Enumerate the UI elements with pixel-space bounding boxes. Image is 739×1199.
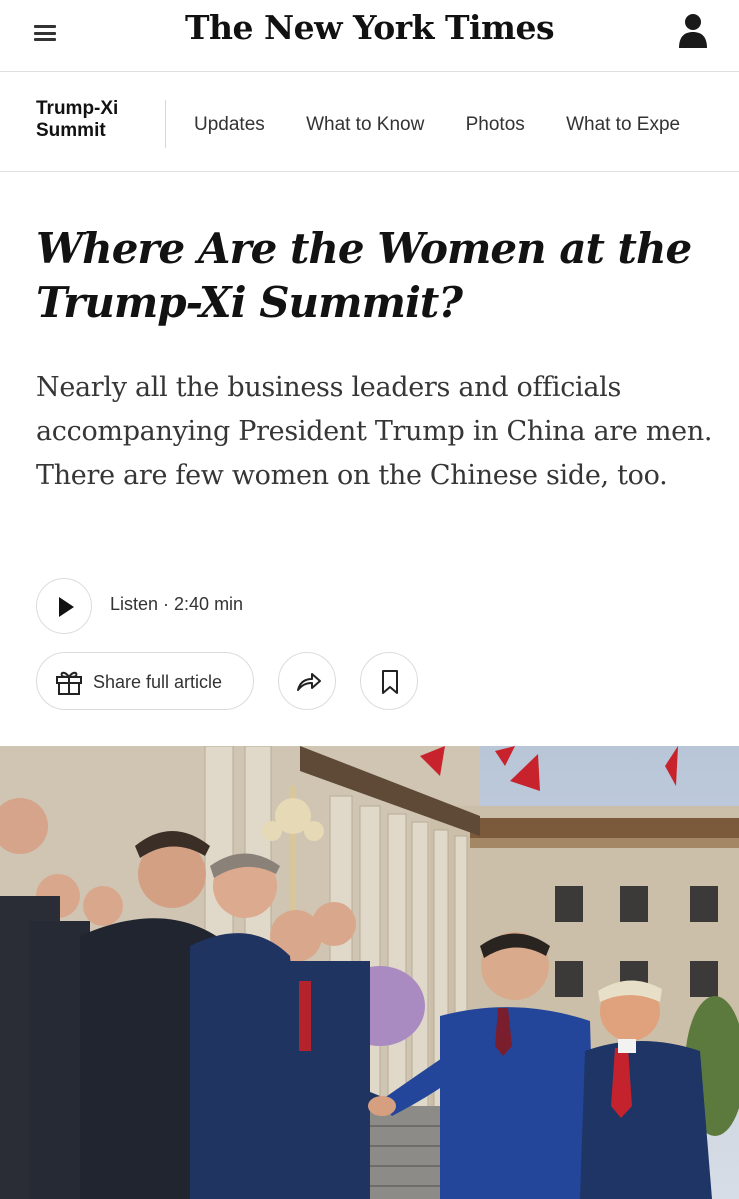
nav-divider [165, 100, 166, 148]
article-headline: Where Are the Women at the Trump-Xi Summ… [36, 224, 692, 327]
nyt-logo[interactable]: The New York Times [0, 8, 739, 47]
listen-play-button[interactable] [36, 578, 92, 634]
share-button[interactable] [278, 652, 336, 710]
user-icon[interactable] [676, 12, 710, 50]
nav-links: Updates What to Know Photos What to Expe [194, 114, 716, 136]
nav-link-photos[interactable]: Photos [466, 114, 525, 136]
article-summary: Nearly all the business leaders and offi… [36, 372, 713, 491]
share-full-article-label: Share full article [93, 672, 223, 692]
gift-icon [56, 671, 82, 695]
nav-link-what-to-expect[interactable]: What to Expe [566, 114, 680, 136]
listen-duration-label[interactable]: Listen · 2:40 min [110, 594, 243, 615]
masthead: The New York Times [0, 0, 739, 72]
lead-photo-illustration [0, 746, 739, 1199]
share-full-article-button[interactable]: Share full article [36, 652, 254, 710]
section-title-line1: Trump-Xi [36, 98, 119, 119]
section-title-line2: Summit [36, 120, 106, 141]
play-icon [59, 597, 74, 617]
nav-scroll-fade [679, 72, 739, 171]
nav-link-what-to-know[interactable]: What to Know [306, 114, 424, 136]
bookmark-icon [382, 670, 398, 694]
share-arrow-icon [297, 673, 321, 691]
nav-link-updates[interactable]: Updates [194, 114, 265, 136]
lead-photo [0, 746, 739, 1199]
section-nav: Trump-Xi Summit Updates What to Know Pho… [0, 72, 739, 172]
section-title[interactable]: Trump-Xi Summit [36, 98, 156, 142]
save-bookmark-button[interactable] [360, 652, 418, 710]
